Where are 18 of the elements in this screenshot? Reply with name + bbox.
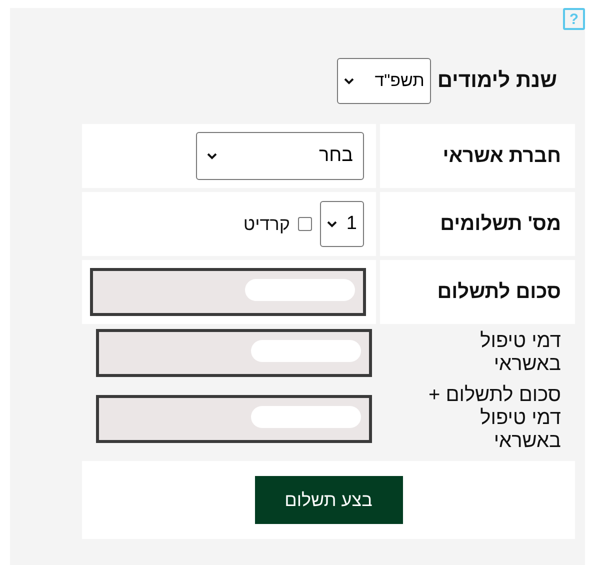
credit-label: קרדיט [243, 212, 290, 236]
select-field[interactable]: בחר [196, 132, 364, 180]
pay-button[interactable]: בצע תשלום [254, 476, 402, 524]
year-select[interactable]: תשפ"ד [337, 58, 432, 104]
field-label: חברת אשראי [442, 144, 561, 169]
chevron-icon [344, 78, 354, 84]
installments-select[interactable]: 1 [320, 201, 364, 247]
amount-field[interactable] [96, 329, 372, 377]
field-label: דמי טיפול באשראי [479, 330, 561, 376]
credit-checkbox[interactable] [298, 217, 312, 231]
field-label: סכום לתשלום + דמי טיפול באשראי [427, 384, 561, 453]
year-label: שנת לימודים [437, 68, 557, 94]
chevron-icon [207, 152, 217, 160]
field-label: סכום לתשלום [437, 280, 561, 305]
chevron-icon [327, 220, 337, 228]
amount-field[interactable] [90, 268, 366, 316]
field-label: מס' תשלומים [440, 212, 561, 237]
amount-field[interactable] [96, 394, 372, 442]
